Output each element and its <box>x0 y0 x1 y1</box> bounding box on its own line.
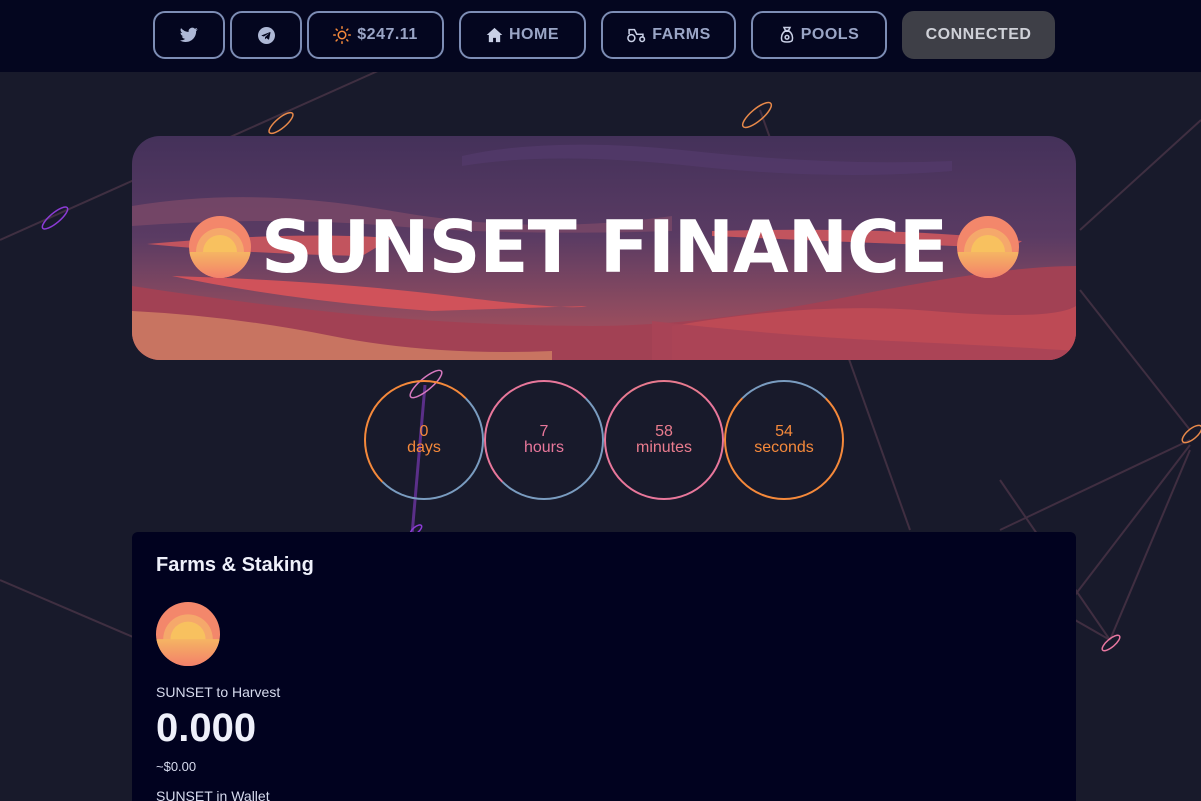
home-label: HOME <box>509 26 559 43</box>
sun-icon <box>333 26 352 44</box>
countdown-value: 54 <box>775 423 793 440</box>
sunset-token-icon <box>156 602 220 666</box>
countdown-unit: days <box>407 439 441 456</box>
countdown-timer: 0 days 7 hours 58 minutes 54 seconds <box>0 380 1201 500</box>
countdown-unit: seconds <box>754 439 814 456</box>
home-button[interactable]: HOME <box>459 11 586 59</box>
banner-title: SUNSET FINANCE <box>260 205 948 289</box>
farms-label: FARMS <box>652 26 711 43</box>
countdown-minutes: 58 minutes <box>604 380 724 500</box>
countdown-unit: hours <box>523 439 565 456</box>
pools-label: POOLS <box>800 26 860 43</box>
card-title: Farms & Staking <box>156 554 314 576</box>
twitter-icon <box>180 27 198 42</box>
sun-logo-icon <box>957 216 1020 278</box>
countdown-value: 58 <box>655 423 673 440</box>
home-icon <box>486 27 503 43</box>
countdown-seconds: 54 seconds <box>724 380 844 500</box>
hero-banner: SUNSET FINANCE <box>132 136 1076 360</box>
top-nav-bar: $247.11 HOME FARMS POOLS CONNECTED <box>0 0 1201 72</box>
sun-logo-icon <box>188 216 251 278</box>
wallet-label: SUNSET in Wallet <box>156 788 270 801</box>
pools-button[interactable]: POOLS <box>751 11 887 59</box>
harvest-amount: 0.000 <box>156 706 257 750</box>
telegram-icon <box>257 26 275 44</box>
price-button[interactable]: $247.11 <box>307 11 444 59</box>
countdown-unit: minutes <box>635 439 693 456</box>
farms-staking-card: Farms & Staking SUNSET to Harvest 0.000 … <box>132 532 1076 801</box>
harvest-label: SUNSET to Harvest <box>156 684 281 700</box>
countdown-value: 0 <box>419 423 429 440</box>
countdown-hours: 7 hours <box>484 380 604 500</box>
countdown-days: 0 days <box>364 380 484 500</box>
connect-wallet-button[interactable]: CONNECTED <box>902 11 1055 59</box>
tractor-icon <box>627 28 646 43</box>
banner-title-row: SUNSET FINANCE <box>132 192 1076 302</box>
telegram-button[interactable] <box>230 11 302 59</box>
twitter-button[interactable] <box>153 11 225 59</box>
pool-bag-icon <box>780 26 794 43</box>
harvest-usd-value: ~$0.00 <box>156 759 197 774</box>
farms-button[interactable]: FARMS <box>601 11 736 59</box>
countdown-value: 7 <box>539 423 549 440</box>
price-label: $247.11 <box>357 26 418 43</box>
